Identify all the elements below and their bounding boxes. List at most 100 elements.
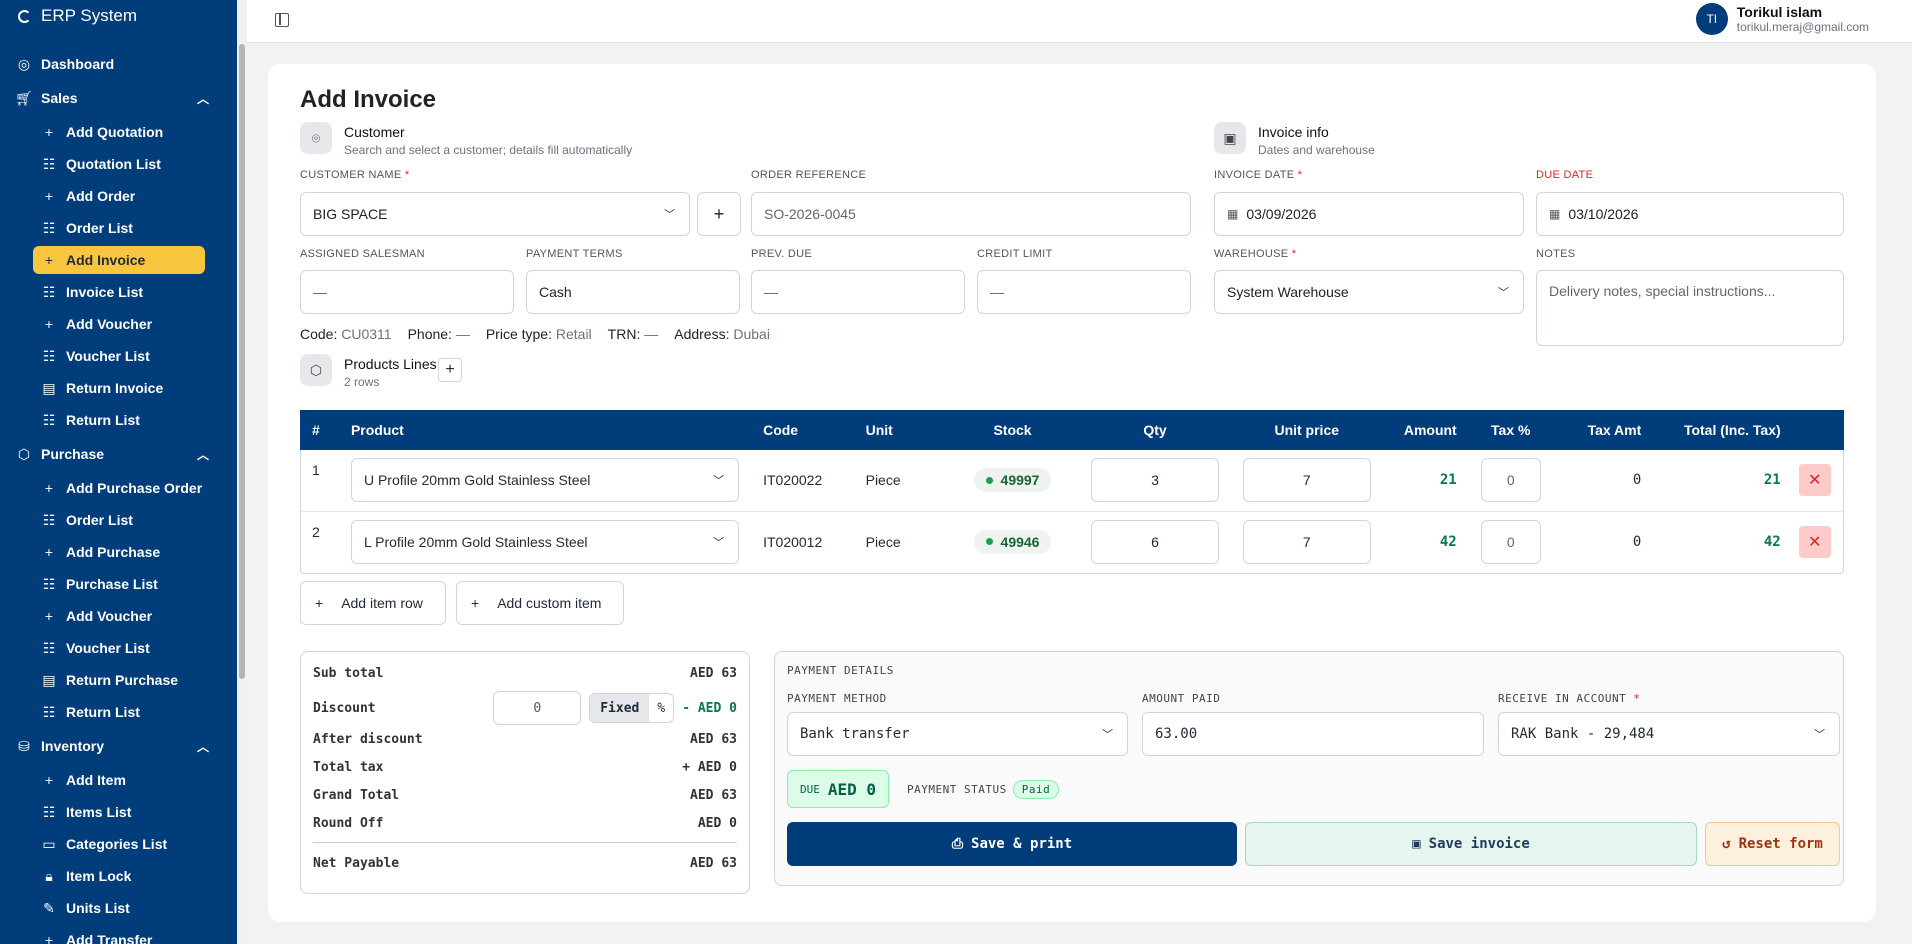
- sidebar: ERP System ◎ Dashboard 🛒︎ Sales ︿ + Add Quot…: [0, 0, 237, 944]
- sidebar-item-purchase-list[interactable]: ☷ Purchase List: [33, 568, 205, 600]
- plus-icon: +: [44, 480, 54, 496]
- sidebar-item-purchase-add-voucher[interactable]: + Add Voucher: [33, 600, 205, 632]
- save-invoice-button[interactable]: ▣ Save invoice: [1245, 822, 1697, 866]
- sidebar-item-return-purchase[interactable]: ▤ Return Purchase: [33, 664, 205, 696]
- sidebar-item-add-invoice[interactable]: + Add Invoice: [33, 246, 205, 274]
- tax-pct-input[interactable]: 0: [1480, 519, 1541, 564]
- reset-icon: ↺: [1722, 836, 1731, 852]
- invoice-form-card: Add Invoice ⌾ Customer Search and select …: [268, 64, 1876, 922]
- sidebar-item-categories-list[interactable]: ▭ Categories List: [33, 828, 205, 860]
- app-title: ERP System: [41, 6, 138, 25]
- notes-textarea[interactable]: Delivery notes, special instructions...: [1536, 270, 1844, 346]
- amount-paid-input[interactable]: 63.00: [1142, 712, 1484, 756]
- customer-info-line: Code: CU0311 Phone: — Price type: Retail…: [300, 326, 770, 342]
- remove-row-button[interactable]: ✕: [1798, 525, 1831, 558]
- discount-fixed-option[interactable]: Fixed: [590, 694, 650, 722]
- receipt-icon: ▤: [42, 671, 56, 688]
- row-number: 2: [312, 523, 320, 540]
- list-icon: ☷: [42, 411, 56, 428]
- sidebar-item-add-purchase-order[interactable]: + Add Purchase Order: [33, 472, 205, 504]
- avatar[interactable]: TI: [1695, 3, 1728, 35]
- add-custom-item-button[interactable]: + Add custom item: [456, 581, 624, 625]
- add-item-row-button[interactable]: + Add item row: [300, 581, 446, 625]
- grand-total-row: Grand Total AED 63: [313, 788, 737, 803]
- sidebar-item-add-transfer[interactable]: + Add Transfer: [33, 924, 205, 944]
- products-section-header: ⬡ Products Lines 2 rows: [300, 354, 437, 389]
- add-product-line-button[interactable]: +: [438, 358, 462, 382]
- tax-pct-input[interactable]: 0: [1480, 458, 1541, 503]
- save-print-button[interactable]: ⎙ Save & print: [787, 822, 1237, 866]
- status-dot-icon: [985, 476, 993, 484]
- sidebar-item-voucher-list[interactable]: ☷ Voucher List: [33, 340, 205, 372]
- col-qty: Qty: [1079, 410, 1231, 450]
- sidebar-item-items-list[interactable]: ☷ Items List: [33, 796, 205, 828]
- sidebar-item-units-list[interactable]: ✎ Units List: [33, 892, 205, 924]
- product-select[interactable]: U Profile 20mm Gold Stainless Steel ﹀: [350, 458, 740, 503]
- receive-account-select[interactable]: RAK Bank - 29,484 ﹀: [1498, 712, 1840, 756]
- payment-details-panel: PAYMENT DETAILS PAYMENT METHOD Bank tran…: [774, 651, 1844, 886]
- discount-row: Discount 0 Fixed % - AED 0: [313, 691, 737, 725]
- lock-icon: 🔒︎: [45, 867, 53, 884]
- warehouse-select[interactable]: System Warehouse ﹀: [1214, 270, 1524, 314]
- col-actions: [1792, 410, 1844, 450]
- sidebar-item-purchase-order-list[interactable]: ☷ Order List: [33, 504, 205, 536]
- order-reference-input[interactable]: SO-2026-0045: [751, 192, 1191, 236]
- remove-row-button[interactable]: ✕: [1798, 464, 1831, 497]
- location-pin-icon: ⌾: [300, 122, 332, 154]
- qty-input[interactable]: 3: [1091, 458, 1219, 503]
- products-row-count: 2 rows: [344, 375, 380, 389]
- plus-icon: +: [44, 772, 54, 788]
- products-section-title: Products Lines: [344, 356, 437, 372]
- due-date-input[interactable]: ▦ 03/10/2026: [1536, 192, 1844, 236]
- add-customer-button[interactable]: +: [697, 192, 741, 236]
- sidebar-item-purchase-voucher-list[interactable]: ☷ Voucher List: [33, 632, 205, 664]
- sidebar-item-purchase-return-list[interactable]: ☷ Return List: [33, 696, 205, 728]
- sidebar-item-quotation-list[interactable]: ☷ Quotation List: [33, 148, 205, 180]
- status-badge: Paid: [1012, 780, 1060, 799]
- sidebar-scroll-thumb[interactable]: [239, 44, 245, 679]
- customer-name-select[interactable]: BIG SPACE ﹀: [300, 192, 690, 236]
- row-number: 1: [300, 450, 339, 512]
- discount-input[interactable]: 0: [493, 691, 582, 725]
- notes-label: NOTES: [1536, 248, 1576, 260]
- qty-input[interactable]: 6: [1091, 519, 1219, 564]
- ruler-icon: ✎: [43, 899, 55, 916]
- sidebar-item-return-list[interactable]: ☷ Return List: [33, 404, 205, 436]
- sidebar-item-item-lock[interactable]: 🔒︎ Item Lock: [33, 860, 205, 892]
- warehouse-label: WAREHOUSE *: [1214, 248, 1297, 260]
- inventory-items: + Add Item ☷ Items List ▭ Categories List 🔒…: [0, 764, 227, 944]
- invoice-date-input[interactable]: ▦ 03/09/2026: [1214, 192, 1524, 236]
- sidebar-item-order-list[interactable]: ☷ Order List: [33, 212, 205, 244]
- list-icon: ☷: [42, 703, 56, 720]
- nav-group-inventory[interactable]: ⛁ Inventory ︿: [0, 728, 227, 764]
- sales-items: + Add Quotation ☷ Quotation List + Add Orde…: [0, 116, 227, 436]
- sidebar-item-add-item[interactable]: + Add Item: [33, 764, 205, 796]
- sidebar-item-add-voucher[interactable]: + Add Voucher: [33, 308, 205, 340]
- status-dot-icon: [985, 538, 993, 546]
- sidebar-item-add-quotation[interactable]: + Add Quotation: [33, 116, 205, 148]
- product-select[interactable]: L Profile 20mm Gold Stainless Steel ﹀: [350, 519, 740, 564]
- unit-price-input[interactable]: 7: [1242, 519, 1371, 564]
- nav-group-purchase[interactable]: ⬡ Purchase ︿: [0, 436, 227, 472]
- payment-method-select[interactable]: Bank transfer ﹀: [787, 712, 1128, 756]
- col-total: Total (Inc. Tax): [1653, 410, 1793, 450]
- chevron-down-icon: ﹀: [1498, 287, 1509, 299]
- total-value: 21: [1653, 450, 1793, 512]
- package-icon: ⬡: [300, 354, 332, 386]
- unit-price-input[interactable]: 7: [1242, 458, 1371, 503]
- due-date-label: DUE DATE: [1536, 169, 1594, 181]
- list-icon: ☷: [42, 219, 56, 236]
- customer-code: Code: CU0311: [300, 326, 392, 342]
- reset-form-button[interactable]: ↺ Reset form: [1705, 822, 1840, 866]
- dashboard-icon: ◎: [17, 55, 31, 72]
- sidebar-toggle-icon[interactable]: [275, 13, 289, 27]
- user-menu[interactable]: TI Torikul islam torikul.meraj@gmail.com: [1695, 3, 1869, 35]
- sidebar-item-return-invoice[interactable]: ▤ Return Invoice: [33, 372, 205, 404]
- discount-percent-option[interactable]: %: [649, 694, 673, 722]
- nav-dashboard[interactable]: ◎ Dashboard: [0, 48, 227, 80]
- sidebar-item-invoice-list[interactable]: ☷ Invoice List: [33, 276, 205, 308]
- sidebar-item-add-purchase[interactable]: + Add Purchase: [33, 536, 205, 568]
- sidebar-item-add-order[interactable]: + Add Order: [33, 180, 205, 212]
- payment-status: PAYMENT STATUS Paid: [907, 780, 1060, 799]
- nav-group-sales[interactable]: 🛒︎ Sales ︿: [0, 80, 227, 116]
